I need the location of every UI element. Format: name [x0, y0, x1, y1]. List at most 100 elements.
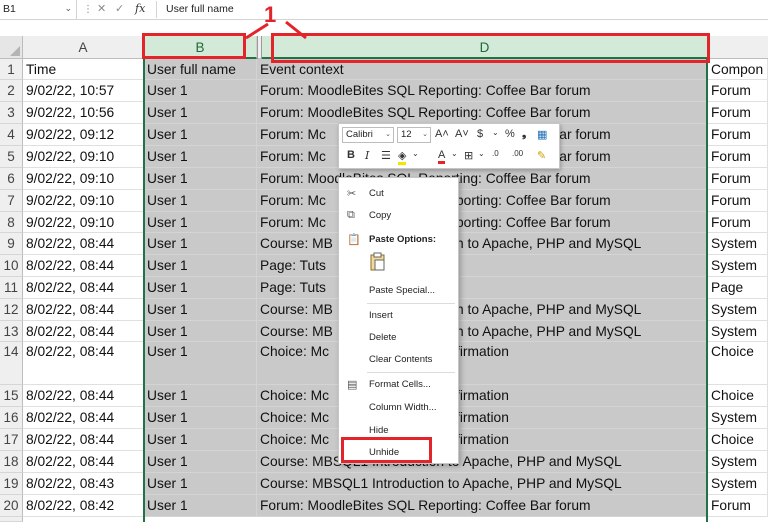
- cell-time[interactable]: 8/02/22, 08:42: [23, 495, 144, 517]
- cell-time[interactable]: 9/02/22, 10:57: [23, 80, 144, 102]
- row-header[interactable]: 17: [0, 429, 23, 451]
- chevron-down-icon[interactable]: ⌄: [64, 3, 72, 14]
- cell-event[interactable]: Course: MB n to Apache, PHP and MySQL: [257, 321, 708, 342]
- cell-user[interactable]: User 1: [144, 429, 257, 451]
- cell-user[interactable]: User 1: [144, 407, 257, 429]
- cell-user[interactable]: User 1: [144, 255, 257, 277]
- cell-time[interactable]: 9/02/22, 09:10: [23, 190, 144, 212]
- cell-component[interactable]: System: [708, 473, 768, 495]
- row-header[interactable]: 12: [0, 299, 23, 321]
- cell-user[interactable]: User 1: [144, 342, 257, 385]
- menu-item-clear-contents[interactable]: Clear Contents: [339, 350, 458, 370]
- cell-event[interactable]: Event context: [257, 59, 708, 80]
- cell-user[interactable]: User 1: [144, 321, 257, 342]
- cell-event[interactable]: Course: MB n to Apache, PHP and MySQL: [257, 233, 708, 255]
- cell-time[interactable]: 8/02/22, 08:44: [23, 299, 144, 321]
- cell-component[interactable]: Forum: [708, 124, 768, 146]
- cell-user[interactable]: User 1: [144, 168, 257, 190]
- increase-font-icon[interactable]: A˄: [435, 128, 449, 140]
- cell-user[interactable]: User 1: [144, 212, 257, 233]
- row-header[interactable]: 3: [0, 102, 23, 124]
- cell-component[interactable]: Forum: [708, 102, 768, 124]
- cell-time[interactable]: 8/02/22, 08:44: [23, 233, 144, 255]
- align-center-icon[interactable]: ☰: [381, 149, 391, 162]
- cell-time[interactable]: 8/02/22, 08:44: [23, 321, 144, 342]
- cell-event[interactable]: Forum: MoodleBites SQL Reporting: Coffee…: [257, 495, 708, 517]
- cell-user[interactable]: User 1: [144, 277, 257, 299]
- row-header[interactable]: 6: [0, 168, 23, 190]
- formula-content[interactable]: User full name: [166, 3, 234, 15]
- row-header[interactable]: 19: [0, 473, 23, 495]
- cell-user[interactable]: User 1: [144, 233, 257, 255]
- percent-icon[interactable]: %: [505, 128, 515, 140]
- cell-component[interactable]: Forum: [708, 168, 768, 190]
- cell-event[interactable]: Forum: MoodleBites SQL Reporting: Coffee…: [257, 80, 708, 102]
- italic-icon[interactable]: I: [365, 149, 369, 162]
- cell-time[interactable]: 8/02/22, 08:44: [23, 407, 144, 429]
- cell-time[interactable]: 8/02/22, 08:44: [23, 429, 144, 451]
- bold-icon[interactable]: B: [347, 149, 355, 161]
- comma-style-icon[interactable]: ❟: [522, 128, 526, 141]
- column-header-e[interactable]: [708, 36, 768, 59]
- cell-component[interactable]: Forum: [708, 190, 768, 212]
- cell-time[interactable]: 9/02/22, 10:56: [23, 102, 144, 124]
- row-header[interactable]: 1: [0, 59, 23, 80]
- cell-component[interactable]: System: [708, 407, 768, 429]
- cell-component[interactable]: Choice: [708, 429, 768, 451]
- cell-event[interactable]: Page: Tuts: [257, 277, 708, 299]
- cell-component[interactable]: Forum: [708, 80, 768, 102]
- cell-time[interactable]: 8/02/22, 08:44: [23, 277, 144, 299]
- row-header[interactable]: 10: [0, 255, 23, 277]
- font-name-select[interactable]: Calibri ⌄: [342, 127, 394, 143]
- format-table-icon[interactable]: ▦: [537, 128, 547, 141]
- column-header-b[interactable]: B: [144, 36, 257, 59]
- menu-item-copy[interactable]: ⧉ Copy: [339, 206, 458, 226]
- cell-time[interactable]: 8/02/22, 08:44: [23, 385, 144, 407]
- cell-event[interactable]: Page: Tuts: [257, 255, 708, 277]
- menu-item-paste-special[interactable]: Paste Special...: [339, 281, 458, 301]
- cell-event[interactable]: Choice: Mc firmation: [257, 385, 708, 407]
- cell-user[interactable]: User 1: [144, 299, 257, 321]
- cell-time[interactable]: 9/02/22, 09:10: [23, 146, 144, 168]
- cell-event[interactable]: Course: MBSQL1 Introduction to Apache, P…: [257, 451, 708, 473]
- row-header[interactable]: 4: [0, 124, 23, 146]
- cell-time[interactable]: 9/02/22, 09:12: [23, 124, 144, 146]
- column-header-d[interactable]: D: [262, 36, 708, 59]
- cell-event[interactable]: Course: MBSQL1 Introduction to Apache, P…: [257, 473, 708, 495]
- row-header[interactable]: 9: [0, 233, 23, 255]
- menu-item-insert[interactable]: Insert: [339, 306, 458, 326]
- cell-user[interactable]: User 1: [144, 146, 257, 168]
- cell-time[interactable]: Time: [23, 59, 144, 80]
- cell-user[interactable]: User full name: [144, 59, 257, 80]
- cell-event[interactable]: Choice: Mc firmation: [257, 407, 708, 429]
- cell-event[interactable]: Choice: Mc firmation: [257, 429, 708, 451]
- menu-item-format-cells[interactable]: ▤ Format Cells...: [339, 375, 458, 395]
- font-size-select[interactable]: 12 ⌄: [397, 127, 431, 143]
- menu-item-unhide[interactable]: Unhide: [339, 443, 458, 463]
- cell-time[interactable]: 8/02/22, 08:44: [23, 451, 144, 473]
- row-header[interactable]: [0, 517, 23, 522]
- cell-event[interactable]: Forum: MoodleBites SQL Reporting: Coffee…: [257, 102, 708, 124]
- cell-user[interactable]: User 1: [144, 124, 257, 146]
- select-all-button[interactable]: [0, 36, 23, 59]
- enter-icon[interactable]: ✓: [115, 2, 124, 15]
- cell-component[interactable]: Forum: [708, 495, 768, 517]
- menu-item-hide[interactable]: Hide: [339, 421, 458, 441]
- cell-time[interactable]: 8/02/22, 08:44: [23, 342, 144, 385]
- row-header[interactable]: 7: [0, 190, 23, 212]
- increase-decimal-icon[interactable]: .0: [492, 149, 499, 158]
- cell-component[interactable]: System: [708, 451, 768, 473]
- cell-event[interactable]: Forum: Mc porting: Coffee Bar forum: [257, 190, 708, 212]
- row-header[interactable]: 2: [0, 80, 23, 102]
- cell-user[interactable]: User 1: [144, 190, 257, 212]
- row-header[interactable]: 14: [0, 342, 23, 385]
- menu-item-delete[interactable]: Delete: [339, 328, 458, 348]
- cell-component[interactable]: Page: [708, 277, 768, 299]
- row-header[interactable]: 15: [0, 385, 23, 407]
- row-header[interactable]: 13: [0, 321, 23, 342]
- cell-component[interactable]: System: [708, 321, 768, 342]
- cell-event[interactable]: Course: MB n to Apache, PHP and MySQL: [257, 299, 708, 321]
- cell-component[interactable]: Choice: [708, 342, 768, 385]
- cell-user[interactable]: User 1: [144, 102, 257, 124]
- cell-user[interactable]: User 1: [144, 80, 257, 102]
